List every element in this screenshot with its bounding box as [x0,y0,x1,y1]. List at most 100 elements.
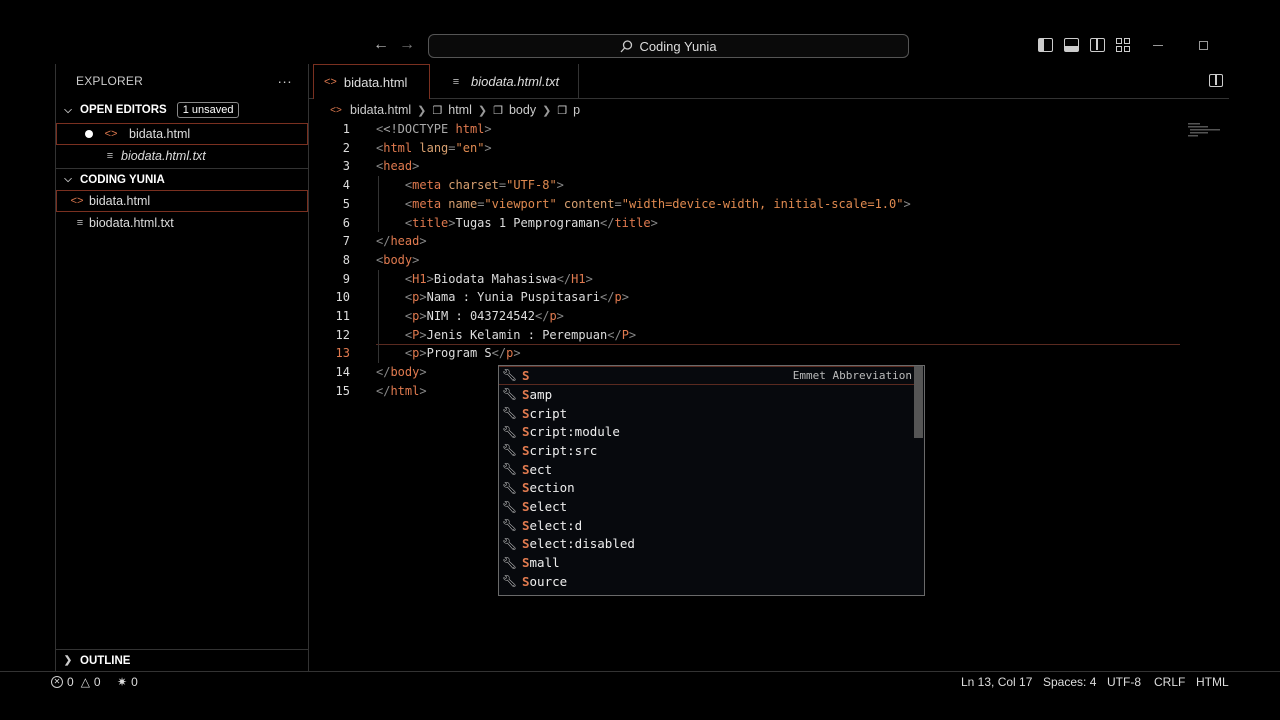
code-token: html [448,122,485,136]
chevron-right-icon: ❯ [417,104,427,117]
file-label: bidata.html [89,194,151,208]
text-file-icon: ≡ [76,217,84,229]
suggest-label: cript [529,405,568,421]
chevron-down-icon: ⌵ [64,104,72,116]
file-item[interactable]: <> bidata.html [56,190,308,212]
customize-layout-icon[interactable] [1116,38,1131,52]
wrench-icon: 🔧︎ [502,387,518,402]
suggest-match: S [522,517,530,533]
code-line: 11 <p>NIM : 043724542</p> [309,307,1209,326]
open-editor-item[interactable]: ≡ biodata.html.txt [56,145,308,167]
line-number: 10 [335,290,350,305]
tab-biodata-txt[interactable]: ≡ biodata.html.txt [435,64,579,99]
minimize-icon[interactable] [1153,45,1163,46]
suggest-match: S [522,386,530,402]
suggest-item[interactable]: 🔧︎ Select [499,497,914,516]
wrench-icon: 🔧︎ [502,555,518,570]
broadcast-icon: ✷ [117,675,128,689]
language-mode[interactable]: HTML [1196,675,1229,689]
toggle-panel-icon[interactable] [1064,38,1079,52]
indentation[interactable]: Spaces: 4 [1043,675,1096,689]
code-token: Tugas 1 Pemprograman [455,215,601,230]
suggest-item[interactable]: 🔧︎ Section [499,479,914,498]
restore-icon[interactable] [1199,41,1208,50]
cursor-position[interactable]: Ln 13, Col 17 [961,675,1032,689]
back-arrow-icon[interactable]: ← [373,36,389,54]
suggest-label: cript:module [529,424,620,440]
code-token: "viewport" [484,196,557,211]
line-number: 1 [342,122,350,136]
open-editor-label: bidata.html [129,127,191,141]
more-actions-icon[interactable]: ··· [277,73,292,89]
suggest-item[interactable]: 🔧︎ Source [499,572,914,591]
suggest-match: S [522,536,530,552]
line-number: 7 [342,234,350,249]
problems-indicator[interactable]: ✕ 0 △ 0 [51,675,101,689]
suggest-item[interactable]: 🔧︎ Script [499,404,914,423]
line-number: 4 [342,178,350,193]
suggest-label: ect [529,461,553,477]
code-token: charset [448,178,499,193]
suggest-item[interactable]: 🔧︎ Script:module [499,422,914,441]
suggest-item[interactable]: 🔧︎ Sect [499,460,914,479]
command-center-search[interactable]: Coding Yunia [428,34,909,58]
wrench-icon: 🔧︎ [502,443,518,458]
wrench-icon: 🔧︎ [502,368,518,383]
suggest-item[interactable]: 🔧︎ S Emmet Abbreviation [499,366,914,385]
encoding[interactable]: UTF-8 [1107,675,1141,689]
code-token: "en" [455,140,485,155]
suggest-scrollbar[interactable] [914,366,923,438]
wrench-icon: 🔧︎ [502,518,518,533]
outline-header[interactable]: ❯ OUTLINE [56,649,309,671]
warning-icon: △ [80,675,90,689]
end-of-line[interactable]: CRLF [1154,675,1185,689]
text-file-icon: ≡ [106,150,114,162]
toggle-primary-sidebar-icon[interactable] [1038,38,1053,52]
explorer-title: EXPLORER [76,74,143,88]
suggest-item[interactable]: 🔧︎ Script:src [499,441,914,460]
suggest-match: S [522,555,530,571]
line-number: 2 [342,140,350,155]
editor-tabs: <> bidata.html ≡ biodata.html.txt [309,64,1229,99]
code-token: Nama : Yunia Puspitasari [426,290,600,305]
breadcrumb-item[interactable]: bidata.html [350,103,411,117]
suggest-match: S [522,367,530,383]
suggest-item[interactable]: 🔧︎ Samp [499,385,914,404]
breadcrumb-item[interactable]: p [573,103,580,117]
wrench-icon: 🔧︎ [502,406,518,421]
tab-label: bidata.html [343,74,408,90]
breadcrumb-item[interactable]: html [448,103,472,117]
line-number: 13 [335,346,350,361]
code-line: 9 <H1>Biodata Mahasiswa</H1> [309,270,1209,289]
code-token: Jenis Kelamin : Perempuan [426,327,608,342]
code-line: 13 <p>Program S</p> [309,344,1209,363]
unsaved-dot-icon[interactable] [85,130,93,138]
suggest-label: elect [529,499,568,515]
suggest-label: elect:d [529,517,583,533]
tab-bidata-html[interactable]: <> bidata.html [313,64,430,99]
file-item[interactable]: ≡ biodata.html.txt [56,212,308,234]
forward-arrow-icon[interactable]: → [399,36,415,54]
split-editor-icon[interactable] [1209,74,1223,87]
toggle-secondary-sidebar-icon[interactable] [1090,38,1105,52]
warning-count: 0 [93,675,101,689]
suggest-item[interactable]: 🔧︎ Select:disabled [499,535,914,554]
open-editors-header[interactable]: ⌵ OPEN EDITORS 1 unsaved [56,99,308,121]
tab-label: biodata.html.txt [471,74,560,89]
suggest-item[interactable]: 🔧︎ Small [499,553,914,572]
code-line: 12 <P>Jenis Kelamin : Perempuan</P> [309,326,1209,345]
breadcrumb-item[interactable]: body [509,103,536,117]
code-line: 10 <p>Nama : Yunia Puspitasari</p> [309,288,1209,307]
open-editor-item[interactable]: <> bidata.html [56,123,308,145]
code-line: 2 <html lang="en"> [309,139,1209,158]
code-token: "UTF-8" [506,178,557,193]
suggest-item[interactable]: 🔧︎ Select:d [499,516,914,535]
folder-header[interactable]: ⌵ CODING YUNIA [56,168,308,190]
suggest-label: amp [529,386,553,402]
suggest-label: cript:src [529,442,598,458]
file-label: biodata.html.txt [89,216,174,230]
ports-indicator[interactable]: ✷ 0 [117,675,138,689]
suggest-label: mall [529,555,560,571]
unsaved-badge: 1 unsaved [176,102,240,118]
line-number: 6 [342,215,350,230]
